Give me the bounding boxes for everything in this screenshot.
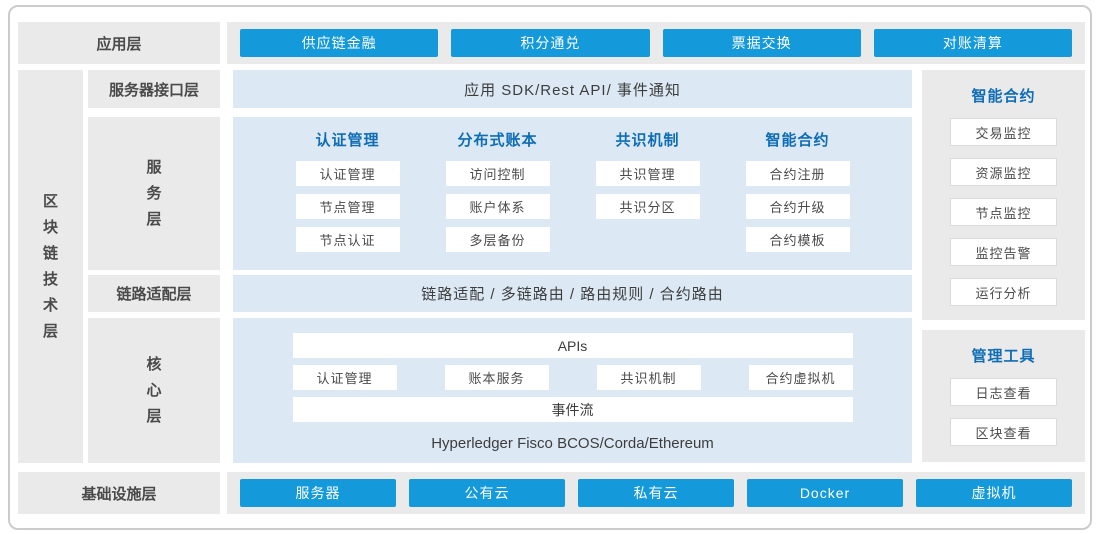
service-column-title: 智能合约 bbox=[765, 131, 829, 151]
interface-layer-label: 服务器接口层 bbox=[88, 70, 220, 108]
infra-chip-docker: Docker bbox=[747, 479, 903, 507]
app-chip-reconciliation-clearing: 对账清算 bbox=[874, 29, 1072, 57]
infra-chip-virtual-machine: 虚拟机 bbox=[916, 479, 1072, 507]
infra-chip-private-cloud: 私有云 bbox=[578, 479, 734, 507]
core-module: 认证管理 bbox=[293, 365, 397, 390]
link-layer-content: 链路适配 / 多链路由 / 路由规则 / 合约路由 bbox=[421, 283, 724, 304]
core-layer-label: 核心层 bbox=[88, 318, 220, 463]
interface-layer-content: 应用 SDK/Rest API/ 事件通知 bbox=[464, 79, 681, 100]
core-layer-panel: APIs 认证管理 账本服务 共识机制 合约虚拟机 事件流 Hyperledge… bbox=[233, 318, 912, 463]
core-module: 合约虚拟机 bbox=[749, 365, 853, 390]
core-layer-label-text: 核心层 bbox=[145, 352, 163, 430]
service-layer-panel: 认证管理 认证管理 节点管理 节点认证 分布式账本 访问控制 账户体系 多层备份… bbox=[233, 117, 912, 270]
sidebar-item-transaction-monitor: 交易监控 bbox=[950, 118, 1057, 146]
service-item: 认证管理 bbox=[296, 161, 400, 186]
service-column-consensus-mechanism: 共识机制 共识管理 共识分区 bbox=[596, 131, 700, 270]
core-module: 共识机制 bbox=[597, 365, 701, 390]
sidebar-item-operation-analysis: 运行分析 bbox=[950, 278, 1057, 306]
app-chip-supply-chain-finance: 供应链金融 bbox=[240, 29, 438, 57]
service-column-smart-contract: 智能合约 合约注册 合约升级 合约模板 bbox=[746, 131, 850, 270]
service-column-title: 分布式账本 bbox=[457, 131, 537, 151]
interface-layer-label-text: 服务器接口层 bbox=[109, 79, 199, 100]
service-column-title: 认证管理 bbox=[315, 131, 379, 151]
infrastructure-layer-band: 服务器 公有云 私有云 Docker 虚拟机 bbox=[227, 472, 1085, 514]
service-item: 节点认证 bbox=[296, 227, 400, 252]
service-item: 多层备份 bbox=[446, 227, 550, 252]
app-chip-points-exchange: 积分通兑 bbox=[451, 29, 649, 57]
service-item: 节点管理 bbox=[296, 194, 400, 219]
sidebar-panel-title: 管理工具 bbox=[971, 347, 1035, 366]
service-item: 合约升级 bbox=[746, 194, 850, 219]
sidebar-panel-title: 智能合约 bbox=[971, 87, 1035, 106]
application-layer-label: 应用层 bbox=[18, 22, 220, 64]
sidebar-panel-management-tools: 管理工具 日志查看 区块查看 bbox=[922, 330, 1085, 462]
service-item: 共识管理 bbox=[596, 161, 700, 186]
core-module: 账本服务 bbox=[445, 365, 549, 390]
service-item: 账户体系 bbox=[446, 194, 550, 219]
service-layer-label-text: 服务层 bbox=[145, 155, 163, 233]
sidebar-item-node-monitor: 节点监控 bbox=[950, 198, 1057, 226]
service-item: 合约注册 bbox=[746, 161, 850, 186]
infra-chip-server: 服务器 bbox=[240, 479, 396, 507]
link-layer-label: 链路适配层 bbox=[88, 275, 220, 312]
infrastructure-layer-label-text: 基础设施层 bbox=[81, 483, 156, 504]
service-column-title: 共识机制 bbox=[615, 131, 679, 151]
sidebar-item-log-view: 日志查看 bbox=[950, 378, 1057, 406]
link-layer-label-text: 链路适配层 bbox=[116, 283, 191, 304]
event-stream-bar: 事件流 bbox=[293, 397, 853, 422]
service-column-distributed-ledger: 分布式账本 访问控制 账户体系 多层备份 bbox=[446, 131, 550, 270]
application-layer-label-text: 应用层 bbox=[96, 33, 141, 54]
sidebar-panel-smart-contract: 智能合约 交易监控 资源监控 节点监控 监控告警 运行分析 bbox=[922, 70, 1085, 320]
app-chip-bill-exchange: 票据交换 bbox=[663, 29, 861, 57]
core-modules-row: 认证管理 账本服务 共识机制 合约虚拟机 bbox=[293, 365, 853, 390]
service-column-auth-management: 认证管理 认证管理 节点管理 节点认证 bbox=[296, 131, 400, 270]
service-item: 访问控制 bbox=[446, 161, 550, 186]
application-layer-band: 供应链金融 积分通兑 票据交换 对账清算 bbox=[227, 22, 1085, 64]
sidebar-item-resource-monitor: 资源监控 bbox=[950, 158, 1057, 186]
sidebar-item-monitor-alert: 监控告警 bbox=[950, 238, 1057, 266]
blockchain-tech-layer-label: 区块链技术层 bbox=[42, 189, 60, 345]
blockchain-tech-layer-strip: 区块链技术层 bbox=[18, 70, 83, 463]
link-layer-panel: 链路适配 / 多链路由 / 路由规则 / 合约路由 bbox=[233, 275, 912, 312]
interface-layer-panel: 应用 SDK/Rest API/ 事件通知 bbox=[233, 70, 912, 108]
platforms-text: Hyperledger Fisco BCOS/Corda/Ethereum bbox=[233, 435, 912, 452]
infra-chip-public-cloud: 公有云 bbox=[409, 479, 565, 507]
service-layer-label: 服务层 bbox=[88, 117, 220, 270]
service-item: 合约模板 bbox=[746, 227, 850, 252]
sidebar-item-block-view: 区块查看 bbox=[950, 418, 1057, 446]
service-item: 共识分区 bbox=[596, 194, 700, 219]
infrastructure-layer-label: 基础设施层 bbox=[18, 472, 220, 514]
apis-bar: APIs bbox=[293, 333, 853, 358]
